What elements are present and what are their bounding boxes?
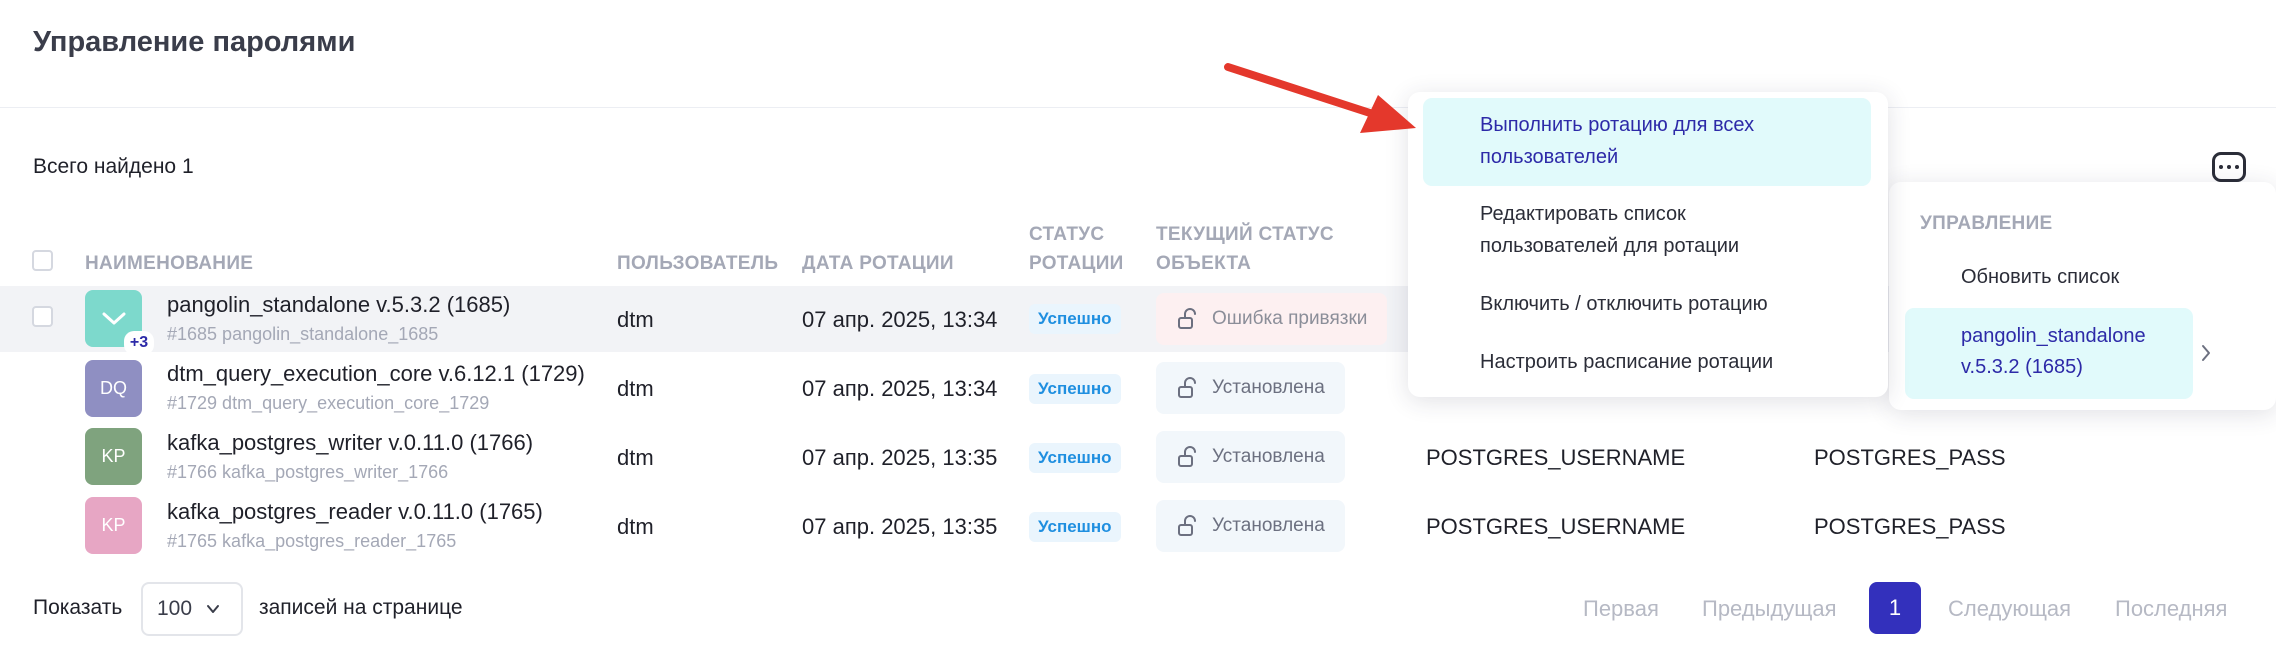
status-badge: Успешно bbox=[1029, 374, 1121, 404]
submenu-selected-line1: pangolin_standalone bbox=[1961, 325, 2146, 347]
column-header-user[interactable]: ПОЛЬЗОВАТЕЛЬ bbox=[617, 249, 778, 278]
pagination-next[interactable]: Следующая bbox=[1948, 596, 2071, 622]
select-all-checkbox[interactable] bbox=[32, 250, 53, 271]
unlock-icon bbox=[1178, 308, 1196, 329]
row-user: dtm bbox=[617, 514, 654, 539]
row-rotation-date: 07 апр. 2025, 13:35 bbox=[802, 445, 998, 470]
row-password-field: POSTGRES_PASS bbox=[1814, 514, 2006, 539]
menu-item-toggle-rotation[interactable]: Включить / отключить ротацию bbox=[1480, 289, 1768, 320]
column-header-rotation-status-line1: СТАТУС bbox=[1029, 224, 1105, 245]
row-subtitle: #1729 dtm_query_execution_core_1729 bbox=[167, 393, 490, 413]
row-password-field: POSTGRES_PASS bbox=[1814, 445, 2006, 470]
more-actions-button[interactable] bbox=[2212, 152, 2246, 182]
row-subtitle: #1685 pangolin_standalone_1685 bbox=[167, 324, 439, 344]
row-name[interactable]: kafka_postgres_reader v.0.11.0 (1765) bbox=[167, 499, 543, 525]
pagination-current-page[interactable]: 1 bbox=[1869, 582, 1921, 634]
row-subtitle: #1765 kafka_postgres_reader_1765 bbox=[167, 531, 457, 551]
avatar: KP bbox=[85, 497, 142, 554]
submenu-selected-line2: v.5.3.2 (1685) bbox=[1961, 356, 2083, 378]
menu-item-rotate-all-line2: пользователей bbox=[1480, 146, 1619, 168]
object-status-label: Ошибка привязки bbox=[1212, 308, 1368, 329]
avatar-count-badge: +3 bbox=[124, 331, 154, 355]
row-user: dtm bbox=[617, 376, 654, 401]
per-page-label: записей на странице bbox=[259, 596, 463, 619]
column-header-object-status[interactable]: ТЕКУЩИЙ СТАТУС ОБЪЕКТА bbox=[1156, 220, 1334, 278]
dot-icon bbox=[2219, 165, 2223, 169]
object-status-badge: Установлена bbox=[1156, 500, 1345, 552]
status-badge: Успешно bbox=[1029, 304, 1121, 334]
status-badge: Успешно bbox=[1029, 443, 1121, 473]
row-name[interactable]: kafka_postgres_writer v.0.11.0 (1766) bbox=[167, 430, 533, 456]
page-size-select[interactable]: 100 bbox=[141, 582, 243, 636]
unlock-icon bbox=[1178, 377, 1196, 398]
page-title: Управление паролями bbox=[33, 26, 356, 58]
column-header-object-status-line2: ОБЪЕКТА bbox=[1156, 253, 1252, 274]
row-subtitle: #1766 kafka_postgres_writer_1766 bbox=[167, 462, 449, 482]
object-status-badge: Установлена bbox=[1156, 362, 1345, 414]
row-rotation-date: 07 апр. 2025, 13:35 bbox=[802, 514, 998, 539]
dot-icon bbox=[2235, 165, 2239, 169]
object-status-label: Установлена bbox=[1212, 515, 1325, 536]
row-name[interactable]: dtm_query_execution_core v.6.12.1 (1729) bbox=[167, 361, 585, 387]
dot-icon bbox=[2227, 165, 2231, 169]
chevron-down-icon bbox=[207, 605, 220, 613]
annotation-arrow-icon bbox=[1224, 63, 1416, 133]
object-status-badge: Ошибка привязки bbox=[1156, 293, 1388, 345]
pagination-first[interactable]: Первая bbox=[1583, 596, 1659, 622]
refresh-list-item[interactable]: Обновить список bbox=[1961, 262, 2119, 293]
status-badge: Успешно bbox=[1029, 512, 1121, 542]
object-status-badge: Установлена bbox=[1156, 431, 1345, 483]
row-username-field: POSTGRES_USERNAME bbox=[1426, 445, 1686, 470]
row-rotation-date: 07 апр. 2025, 13:34 bbox=[802, 376, 998, 401]
unlock-icon bbox=[1178, 515, 1196, 536]
pagination-last[interactable]: Последняя bbox=[2115, 596, 2227, 622]
column-header-name[interactable]: НАИМЕНОВАНИЕ bbox=[85, 249, 253, 278]
row-user: dtm bbox=[617, 307, 654, 332]
row-checkbox[interactable] bbox=[32, 306, 53, 327]
menu-item-schedule-rotation[interactable]: Настроить расписание ротации bbox=[1480, 347, 1773, 378]
avatar: DQ bbox=[85, 360, 142, 417]
pagination-prev[interactable]: Предыдущая bbox=[1702, 596, 1837, 622]
total-found-label: Всего найдено 1 bbox=[33, 155, 194, 178]
chevron-right-icon bbox=[2202, 345, 2210, 361]
menu-item-edit-users-line1[interactable]: Редактировать список bbox=[1480, 199, 1686, 230]
row-rotation-date: 07 апр. 2025, 13:34 bbox=[802, 307, 998, 332]
column-header-rotation-date[interactable]: ДАТА РОТАЦИИ bbox=[802, 249, 954, 278]
page-size-value: 100 bbox=[157, 597, 193, 620]
show-label: Показать bbox=[33, 596, 123, 619]
column-header-rotation-status-line2: РОТАЦИИ bbox=[1029, 253, 1124, 274]
object-status-label: Установлена bbox=[1212, 446, 1325, 467]
row-user: dtm bbox=[617, 445, 654, 470]
title-divider bbox=[0, 107, 2276, 108]
row-username-field: POSTGRES_USERNAME bbox=[1426, 514, 1686, 539]
object-status-label: Установлена bbox=[1212, 377, 1325, 398]
chevron-down-icon bbox=[102, 312, 125, 324]
unlock-icon bbox=[1178, 446, 1196, 467]
column-header-rotation-status[interactable]: СТАТУС РОТАЦИИ bbox=[1029, 220, 1124, 278]
avatar: KP bbox=[85, 428, 142, 485]
row-name[interactable]: pangolin_standalone v.5.3.2 (1685) bbox=[167, 292, 510, 318]
column-header-object-status-line1: ТЕКУЩИЙ СТАТУС bbox=[1156, 224, 1334, 245]
menu-item-edit-users-line2[interactable]: пользователей для ротации bbox=[1480, 231, 1739, 262]
menu-item-rotate-all-line1: Выполнить ротацию для всех bbox=[1480, 114, 1755, 136]
submenu-header: УПРАВЛЕНИЕ bbox=[1920, 213, 2053, 234]
